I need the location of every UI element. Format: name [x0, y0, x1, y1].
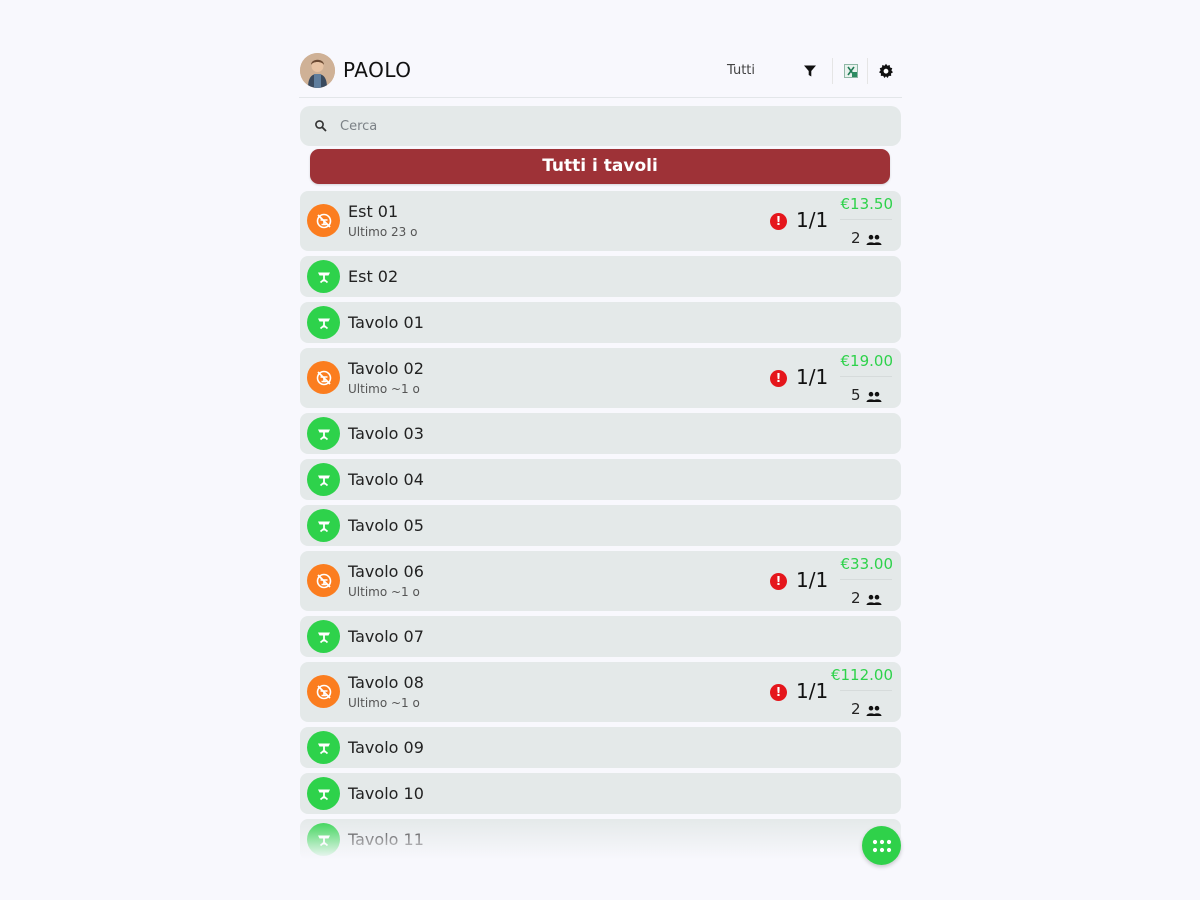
all-tables-button[interactable]: Tutti i tavoli [310, 149, 890, 184]
table-name: Tavolo 07 [348, 627, 424, 646]
spreadsheet-icon[interactable] [840, 60, 862, 82]
table-occupied-icon [307, 361, 340, 394]
table-row[interactable]: Tavolo 06 Ultimo ~1 o! 1/1 €33.00 2 [300, 551, 901, 611]
grid-menu-button[interactable] [862, 826, 901, 865]
table-occupied-icon [307, 675, 340, 708]
table-row[interactable]: Tavolo 09 [300, 727, 901, 768]
table-name: Tavolo 04 [348, 470, 424, 489]
table-free-icon [307, 620, 340, 653]
table-occupied-icon [307, 564, 340, 597]
table-row[interactable]: Tavolo 05 [300, 505, 901, 546]
table-row[interactable]: Tavolo 03 [300, 413, 901, 454]
people-icon [866, 591, 882, 605]
alert-icon: ! [770, 684, 787, 701]
table-free-icon [307, 509, 340, 542]
divider [840, 376, 892, 377]
people-icon [866, 388, 882, 402]
table-last-order: Ultimo ~1 o [348, 382, 420, 396]
table-free-icon [307, 306, 340, 339]
table-free-icon [307, 731, 340, 764]
user-name: PAOLO [343, 58, 412, 82]
header: PAOLO Tutti [299, 48, 902, 98]
guest-count: 5 [851, 386, 861, 404]
table-row[interactable]: Tavolo 01 [300, 302, 901, 343]
table-row[interactable]: Est 02 [300, 256, 901, 297]
filter-label[interactable]: Tutti [727, 63, 755, 78]
table-row[interactable]: Tavolo 07 [300, 616, 901, 657]
guest-count: 2 [851, 229, 861, 247]
table-amount: €33.00 [840, 555, 894, 573]
table-amount: €112.00 [830, 666, 893, 684]
table-name: Est 01 [348, 202, 399, 221]
table-free-icon [307, 463, 340, 496]
order-ratio: 1/1 [796, 365, 829, 389]
table-row[interactable]: Est 01 Ultimo 23 o! 1/1 €13.50 2 [300, 191, 901, 251]
avatar[interactable] [300, 53, 335, 88]
table-name: Tavolo 01 [348, 313, 424, 332]
table-occupied-icon [307, 204, 340, 237]
table-last-order: Ultimo ~1 o [348, 696, 420, 710]
table-name: Tavolo 08 [348, 673, 424, 692]
search-icon [313, 118, 329, 134]
table-name: Tavolo 10 [348, 784, 424, 803]
table-name: Tavolo 05 [348, 516, 424, 535]
table-row[interactable]: Tavolo 08 Ultimo ~1 o! 1/1 €112.00 2 [300, 662, 901, 722]
search-bar[interactable] [300, 106, 901, 146]
people-icon [866, 231, 882, 245]
gear-icon[interactable] [875, 60, 897, 82]
guest-count: 2 [851, 700, 861, 718]
table-last-order: Ultimo ~1 o [348, 585, 420, 599]
table-name: Tavolo 03 [348, 424, 424, 443]
alert-icon: ! [770, 573, 787, 590]
order-ratio: 1/1 [796, 679, 829, 703]
table-row[interactable]: Tavolo 11 [300, 819, 901, 860]
app-container: PAOLO Tutti Tutti i tavoli Est 01Ult [299, 48, 902, 860]
table-name: Tavolo 09 [348, 738, 424, 757]
table-last-order: Ultimo 23 o [348, 225, 418, 239]
filter-icon[interactable] [799, 60, 821, 82]
header-separator [832, 58, 833, 84]
divider [840, 579, 892, 580]
table-name: Tavolo 02 [348, 359, 424, 378]
table-free-icon [307, 417, 340, 450]
search-input[interactable] [340, 106, 880, 146]
alert-icon: ! [770, 370, 787, 387]
table-row[interactable]: Tavolo 10 [300, 773, 901, 814]
guest-count: 2 [851, 589, 861, 607]
grid-menu-icon [872, 839, 891, 852]
alert-icon: ! [770, 213, 787, 230]
order-ratio: 1/1 [796, 208, 829, 232]
divider [840, 690, 892, 691]
table-list: Est 01 Ultimo 23 o! 1/1 €13.50 2 Est 02 Tavolo… [300, 191, 901, 860]
table-name: Tavolo 11 [348, 830, 424, 849]
table-free-icon [307, 260, 340, 293]
order-ratio: 1/1 [796, 568, 829, 592]
table-row[interactable]: Tavolo 02 Ultimo ~1 o! 1/1 €19.00 5 [300, 348, 901, 408]
table-free-icon [307, 823, 340, 856]
table-amount: €13.50 [840, 195, 894, 213]
table-amount: €19.00 [840, 352, 894, 370]
table-name: Tavolo 06 [348, 562, 424, 581]
table-name: Est 02 [348, 267, 399, 286]
table-free-icon [307, 777, 340, 810]
table-row[interactable]: Tavolo 04 [300, 459, 901, 500]
people-icon [866, 702, 882, 716]
header-separator [867, 58, 868, 84]
divider [840, 219, 892, 220]
